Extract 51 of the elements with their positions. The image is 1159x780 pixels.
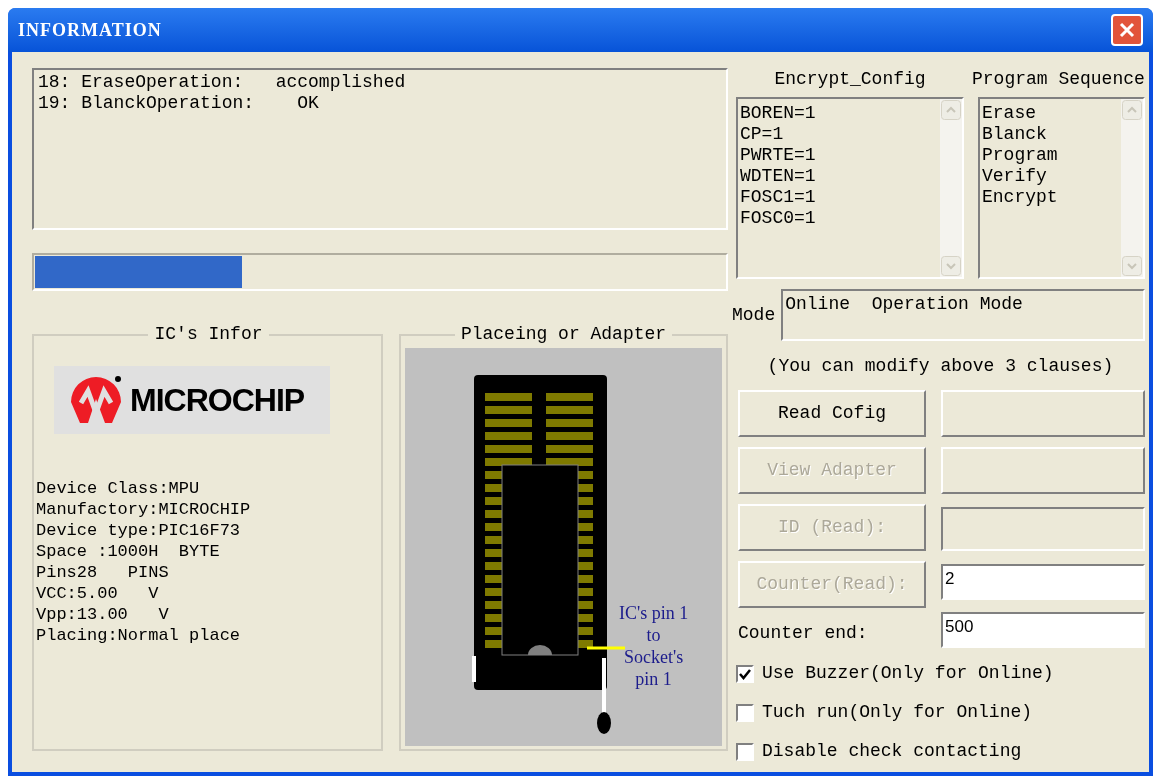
mode-field[interactable]: Online Operation Mode bbox=[781, 289, 1145, 341]
field-value: 2 bbox=[945, 568, 955, 590]
list-item[interactable]: Blanck bbox=[982, 124, 1119, 145]
list-item[interactable]: Program bbox=[982, 145, 1119, 166]
info-line: Manufactory:MICROCHIP bbox=[36, 499, 252, 520]
close-icon bbox=[1119, 22, 1135, 38]
close-button[interactable] bbox=[1111, 14, 1143, 46]
check-icon bbox=[739, 667, 751, 680]
panel-title: Placeing or Adapter bbox=[459, 323, 668, 346]
blank-button[interactable] bbox=[941, 390, 1145, 437]
counter-end-label: Counter end: bbox=[738, 621, 869, 645]
panel-title: IC's Infor bbox=[153, 323, 264, 346]
field-value: Online Operation Mode bbox=[785, 294, 1023, 314]
info-line: Device Class:MPU bbox=[36, 478, 201, 499]
checkbox-label: Use Buzzer(Only for Online) bbox=[762, 662, 1054, 685]
mode-label: Mode bbox=[732, 303, 776, 327]
checkbox-label: Disable check contacting bbox=[762, 740, 1022, 763]
info-line: Device type:PIC16F73 bbox=[36, 520, 242, 541]
list-item[interactable]: FOSC0=1 bbox=[740, 208, 938, 229]
info-line: Pins28 PINS bbox=[36, 562, 170, 583]
checkbox[interactable] bbox=[736, 742, 754, 761]
logo-text: MICROCHIP bbox=[130, 381, 305, 420]
pin-note: IC's pin 1 to Socket's pin 1 bbox=[619, 602, 689, 690]
info-line: VCC:5.00 V bbox=[36, 583, 160, 604]
list-item[interactable]: BOREN=1 bbox=[740, 103, 938, 124]
window-title: INFORMATION bbox=[18, 18, 162, 42]
log-line: 19: BlanckOperation: OK bbox=[38, 93, 320, 114]
checkbox-label: Tuch run(Only for Online) bbox=[762, 701, 1033, 724]
counter-end-field[interactable]: 500 bbox=[941, 612, 1145, 648]
list-item[interactable]: PWRTE=1 bbox=[740, 145, 938, 166]
id-field[interactable] bbox=[941, 507, 1145, 551]
log-line: 18: EraseOperation: accomplished bbox=[38, 72, 407, 93]
list-title: Program Sequence bbox=[972, 68, 1145, 91]
hint-text: (You can modify above 3 clauses) bbox=[766, 355, 1115, 378]
blank-button[interactable] bbox=[941, 447, 1145, 494]
info-line: Vpp:13.00 V bbox=[36, 604, 170, 625]
sequence-list[interactable]: Erase Blanck Program Verify Encrypt bbox=[978, 97, 1145, 279]
list-item[interactable]: Encrypt bbox=[982, 187, 1119, 208]
checkbox[interactable] bbox=[736, 703, 754, 722]
checkbox[interactable] bbox=[736, 664, 754, 683]
list-item[interactable]: WDTEN=1 bbox=[740, 166, 938, 187]
info-line: Placing:Normal place bbox=[36, 625, 242, 646]
config-list[interactable]: BOREN=1 CP=1 PWRTE=1 WDTEN=1 FOSC1=1 FOSC0=1 bbox=[736, 97, 964, 279]
list-item[interactable]: CP=1 bbox=[740, 124, 938, 145]
list-item[interactable]: Verify bbox=[982, 166, 1119, 187]
info-line: Space :1000H BYTE bbox=[36, 541, 221, 562]
list-item[interactable]: FOSC1=1 bbox=[740, 187, 938, 208]
list-item[interactable]: Erase bbox=[982, 103, 1119, 124]
list-title: Encrypt_Config bbox=[773, 68, 927, 91]
action-button[interactable]: Read Cofig bbox=[738, 390, 926, 437]
field-value: 500 bbox=[945, 617, 974, 636]
